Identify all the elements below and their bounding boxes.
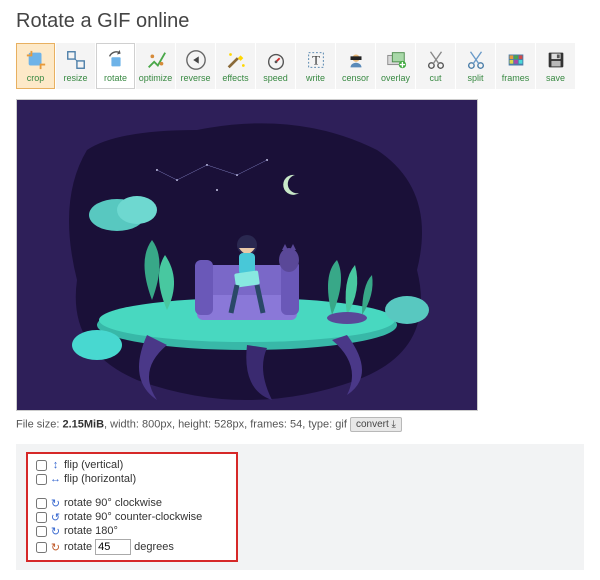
tool-label: resize xyxy=(63,73,87,83)
tool-label: save xyxy=(546,73,565,83)
svg-text:T: T xyxy=(312,54,320,68)
frames-value: 54 xyxy=(290,418,302,430)
width-label: , width: xyxy=(104,418,139,430)
tool-overlay[interactable]: overlay xyxy=(376,43,415,89)
rotate-custom-label: rotate xyxy=(64,541,92,553)
reverse-icon xyxy=(185,49,207,71)
tool-label: optimize xyxy=(139,73,173,83)
option-rotate-90ccw: ↺ rotate 90° counter-clockwise xyxy=(36,510,228,524)
frames-icon xyxy=(505,49,527,71)
tool-rotate[interactable]: rotate xyxy=(96,43,135,89)
tool-resize[interactable]: resize xyxy=(56,43,95,89)
rotate-degrees-input[interactable] xyxy=(95,539,131,555)
flip-vertical-checkbox[interactable] xyxy=(36,460,47,471)
cut-icon xyxy=(425,49,447,71)
flip-horizontal-checkbox[interactable] xyxy=(36,474,47,485)
tool-label: effects xyxy=(222,73,248,83)
page-title: Rotate a GIF online xyxy=(16,10,584,33)
tool-speed[interactable]: speed xyxy=(256,43,295,89)
option-rotate-90cw: ↻ rotate 90° clockwise xyxy=(36,496,228,510)
split-icon xyxy=(465,49,487,71)
rotate-90cw-checkbox[interactable] xyxy=(36,498,47,509)
rotate-custom-icon: ↻ xyxy=(50,542,61,553)
flip-horizontal-icon: ↔ xyxy=(50,474,61,485)
filesize-label: File size: xyxy=(16,418,59,430)
tool-label: reverse xyxy=(180,73,210,83)
speed-icon xyxy=(265,49,287,71)
tool-effects[interactable]: effects xyxy=(216,43,255,89)
type-label: , type: xyxy=(302,418,332,430)
rotate-90cw-label: rotate 90° clockwise xyxy=(64,497,162,509)
tool-label: crop xyxy=(27,73,45,83)
tool-label: rotate xyxy=(104,73,127,83)
tool-censor[interactable]: censor xyxy=(336,43,375,89)
flip-horizontal-label: flip (horizontal) xyxy=(64,473,136,485)
rotate-icon xyxy=(105,49,127,71)
convert-button[interactable]: convert ⤓ xyxy=(350,417,402,432)
tool-save[interactable]: save xyxy=(536,43,575,89)
flip-vertical-icon: ↕ xyxy=(50,460,61,471)
tool-label: split xyxy=(467,73,483,83)
tool-frames[interactable]: frames xyxy=(496,43,535,89)
rotate-options-panel: ↕ flip (vertical) ↔ flip (horizontal) ↻ … xyxy=(16,444,584,570)
tool-write[interactable]: T write xyxy=(296,43,335,89)
tool-cut[interactable]: cut xyxy=(416,43,455,89)
rotate-ccw-icon: ↺ xyxy=(50,512,61,523)
resize-icon xyxy=(65,49,87,71)
file-info: File size: 2.15MiB, width: 800px, height… xyxy=(16,417,584,432)
write-icon: T xyxy=(305,49,327,71)
tool-label: write xyxy=(306,73,325,83)
save-icon xyxy=(545,49,567,71)
width-value: 800px xyxy=(142,418,172,430)
toolbar: crop resize rotate optimize reverse xyxy=(16,43,584,89)
overlay-icon xyxy=(385,49,407,71)
gif-preview xyxy=(16,99,478,411)
censor-icon xyxy=(345,49,367,71)
convert-label: convert xyxy=(356,419,389,430)
option-rotate-180: ↻ rotate 180° xyxy=(36,524,228,538)
tool-split[interactable]: split xyxy=(456,43,495,89)
tool-label: speed xyxy=(263,73,288,83)
rotate-90ccw-checkbox[interactable] xyxy=(36,512,47,523)
filesize-value: 2.15MiB xyxy=(62,418,104,430)
flip-vertical-label: flip (vertical) xyxy=(64,459,123,471)
tool-reverse[interactable]: reverse xyxy=(176,43,215,89)
download-icon: ⤓ xyxy=(392,419,396,430)
option-rotate-custom: ↻ rotate degrees xyxy=(36,538,228,556)
rotate-degrees-unit: degrees xyxy=(134,541,174,553)
frames-label: , frames: xyxy=(244,418,287,430)
highlighted-options: ↕ flip (vertical) ↔ flip (horizontal) ↻ … xyxy=(26,452,238,562)
type-value: gif xyxy=(335,418,347,430)
height-label: , height: xyxy=(172,418,211,430)
tool-label: censor xyxy=(342,73,369,83)
tool-crop[interactable]: crop xyxy=(16,43,55,89)
tool-label: overlay xyxy=(381,73,410,83)
rotate-cw-icon: ↻ xyxy=(50,498,61,509)
optimize-icon xyxy=(145,49,167,71)
tool-optimize[interactable]: optimize xyxy=(136,43,175,89)
option-flip-horizontal: ↔ flip (horizontal) xyxy=(36,472,228,486)
crop-icon xyxy=(25,49,47,71)
rotate-180-icon: ↻ xyxy=(50,526,61,537)
height-value: 528px xyxy=(214,418,244,430)
rotate-180-label: rotate 180° xyxy=(64,525,118,537)
option-flip-vertical: ↕ flip (vertical) xyxy=(36,458,228,472)
rotate-90ccw-label: rotate 90° counter-clockwise xyxy=(64,511,202,523)
tool-label: cut xyxy=(429,73,441,83)
effects-icon xyxy=(225,49,247,71)
rotate-custom-checkbox[interactable] xyxy=(36,542,47,553)
rotate-180-checkbox[interactable] xyxy=(36,526,47,537)
tool-label: frames xyxy=(502,73,530,83)
